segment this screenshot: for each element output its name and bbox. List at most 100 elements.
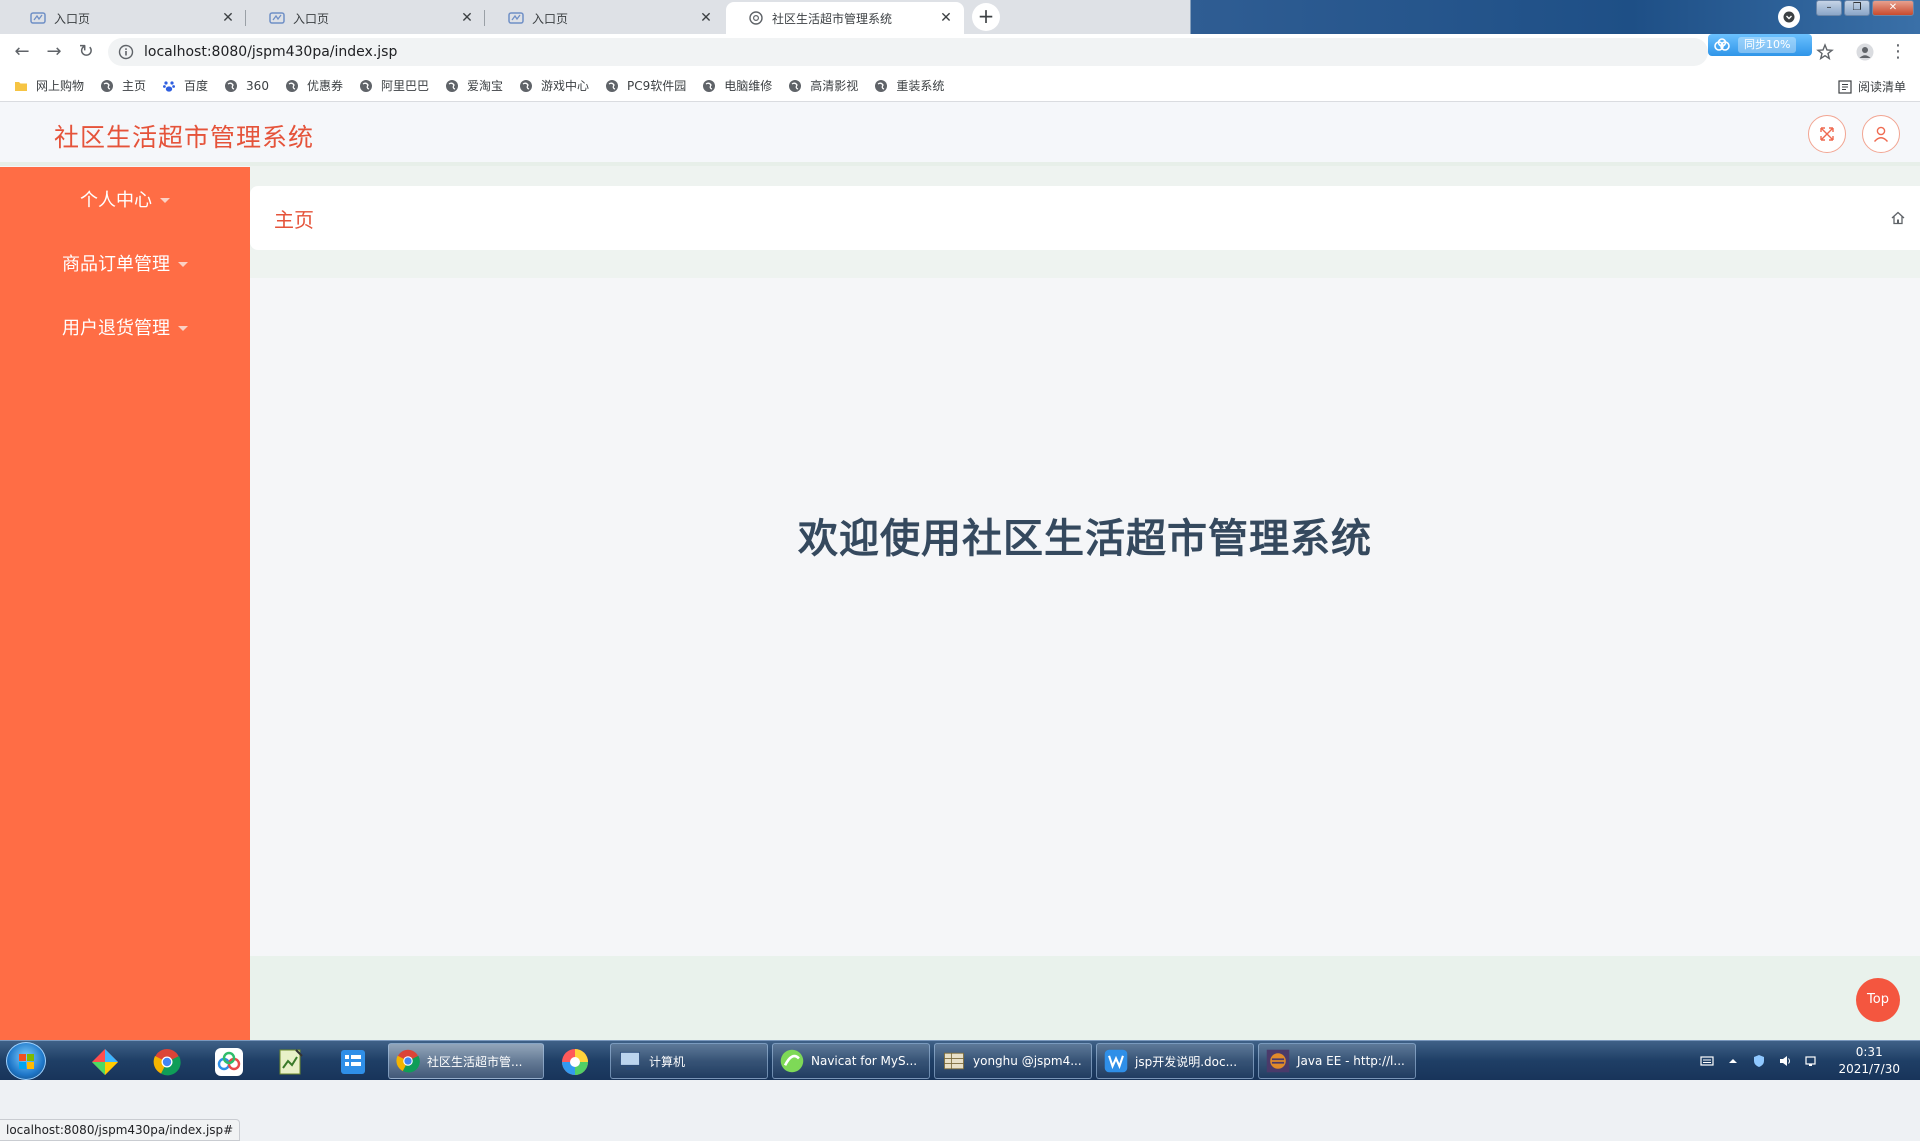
globe-icon <box>875 79 888 92</box>
sidebar-item-label: 用户退货管理 <box>62 318 170 339</box>
pinned-app-explorer[interactable] <box>326 1044 380 1080</box>
forward-arrow-icon[interactable]: → <box>44 43 64 63</box>
tab-close-icon[interactable]: ✕ <box>459 10 475 26</box>
fullscreen-button[interactable] <box>1808 115 1846 153</box>
bookmark-item[interactable]: 百度 <box>162 77 208 94</box>
sidebar-item-order-management[interactable]: 商品订单管理 <box>0 231 250 295</box>
bookmark-item[interactable]: 高清影视 <box>788 77 858 94</box>
browser-tab[interactable]: 入口页 ✕ <box>8 2 246 34</box>
bookmark-item[interactable]: 主页 <box>100 77 146 94</box>
url-text: localhost:8080/jspm430pa/index.jsp <box>144 44 398 60</box>
bookmark-label: 主页 <box>122 79 147 93</box>
restore-button[interactable]: ❐ <box>1844 0 1870 16</box>
java-ee-icon <box>1266 1049 1290 1073</box>
home-icon[interactable] <box>1890 210 1906 226</box>
app-viewport: 社区生活超市管理系统 个人中心 商品订单管理 用户退货管理 主页 欢迎使用社区生… <box>0 102 1920 1141</box>
menu-dots-icon[interactable]: ⋮ <box>1888 43 1908 63</box>
caret-down-icon <box>178 261 188 267</box>
globe-icon <box>520 79 532 92</box>
back-to-top-button[interactable]: Top <box>1856 978 1900 1022</box>
baidu-paw-icon <box>163 80 176 92</box>
start-button[interactable] <box>6 1042 46 1080</box>
star-bookmark-icon[interactable] <box>1816 43 1834 61</box>
bookmark-item[interactable]: 电脑维修 <box>702 77 772 94</box>
taskbar-task-wps[interactable]: jsp开发说明.doc... <box>1096 1043 1254 1079</box>
bookmark-item[interactable]: 360 <box>224 79 269 93</box>
colorful-diamond-icon <box>92 1049 118 1075</box>
pinned-app-baidu-netdisk[interactable] <box>202 1044 256 1080</box>
close-window-button[interactable]: ✕ <box>1872 0 1914 16</box>
bookmark-label: 优惠券 <box>306 79 343 93</box>
clock[interactable]: 0:31 2021/7/30 <box>1838 1044 1900 1078</box>
bookmark-label: 游戏中心 <box>541 79 590 93</box>
pinned-app-editor[interactable] <box>264 1044 318 1080</box>
clock-time: 0:31 <box>1855 1045 1883 1059</box>
volume-icon[interactable] <box>1778 1054 1792 1068</box>
status-bar-url: localhost:8080/jspm430pa/index.jsp# <box>0 1119 241 1141</box>
browser-tab-active[interactable]: 社区生活超市管理系统 ✕ <box>726 2 964 34</box>
bookmark-label: 360 <box>246 78 269 93</box>
user-profile-button[interactable] <box>1862 115 1900 153</box>
fullscreen-icon <box>1820 127 1834 141</box>
reading-list-button[interactable]: 阅读清单 <box>1838 78 1906 95</box>
task-label: jsp开发说明.doc... <box>1135 1054 1238 1069</box>
tab-close-icon[interactable]: ✕ <box>698 10 714 26</box>
sync-extension-badge[interactable]: 同步10% <box>1708 34 1812 56</box>
bookmark-item[interactable]: 优惠券 <box>285 77 343 94</box>
sidebar-item-label: 商品订单管理 <box>62 254 170 275</box>
tab-close-icon[interactable]: ✕ <box>220 10 236 26</box>
tab-title: 入口页 <box>293 11 330 26</box>
bookmark-item[interactable]: 游戏中心 <box>519 77 589 94</box>
task-label: Navicat for MyS... <box>811 1054 918 1068</box>
bookmark-label: 百度 <box>184 79 209 93</box>
tab-title: 社区生活超市管理系统 <box>772 11 893 26</box>
database-table-icon <box>944 1052 964 1070</box>
address-bar[interactable]: localhost:8080/jspm430pa/index.jsp <box>108 38 1708 66</box>
taskbar-task-eclipse[interactable]: Java EE - http://l... <box>1258 1043 1416 1079</box>
bookmark-item[interactable]: 阿里巴巴 <box>359 77 429 94</box>
taskbar-task-browser[interactable]: 社区生活超市管... <box>388 1043 544 1079</box>
bookmark-label: PC9软件园 <box>627 79 687 93</box>
globe-icon <box>445 79 458 92</box>
pinned-app-chrome[interactable] <box>140 1044 194 1080</box>
app-header: 社区生活超市管理系统 <box>0 102 1920 166</box>
task-label: 社区生活超市管... <box>427 1054 523 1069</box>
sidebar-item-return-management[interactable]: 用户退货管理 <box>0 295 250 359</box>
bookmark-label: 网上购物 <box>36 79 85 93</box>
back-arrow-icon[interactable]: ← <box>12 43 32 63</box>
tab-title: 入口页 <box>532 11 569 26</box>
bookmark-item[interactable]: 重装系统 <box>874 77 944 94</box>
taskbar-task-computer[interactable]: 计算机 <box>610 1043 768 1079</box>
chrome-icon <box>396 1049 420 1073</box>
tab-close-icon[interactable]: ✕ <box>938 10 954 26</box>
keyboard-icon[interactable] <box>1700 1054 1714 1068</box>
new-tab-button[interactable]: + <box>972 3 1000 31</box>
bookmark-label: 高清影视 <box>810 79 859 93</box>
color-wheel-icon <box>562 1049 588 1075</box>
sidebar-item-personal-center[interactable]: 个人中心 <box>0 167 250 231</box>
bookmark-item[interactable]: 爱淘宝 <box>445 77 503 94</box>
bookmark-item[interactable]: PC9软件园 <box>605 77 686 94</box>
tab-search-icon[interactable] <box>1778 6 1800 28</box>
network-icon[interactable] <box>1804 1054 1818 1068</box>
bookmark-label: 电脑维修 <box>724 79 773 93</box>
breadcrumb-home-link[interactable]: 主页 <box>274 204 314 233</box>
bookmark-item[interactable]: 网上购物 <box>14 77 84 94</box>
taskbar-task-yonghu[interactable]: yonghu @jspm4... <box>934 1043 1092 1079</box>
wps-writer-icon <box>1104 1049 1128 1073</box>
minimize-button[interactable]: – <box>1816 0 1842 16</box>
browser-tab[interactable]: 入口页 ✕ <box>247 2 485 34</box>
reload-icon[interactable]: ↻ <box>76 43 96 63</box>
pinned-app-maps[interactable] <box>78 1044 132 1080</box>
pinned-app-spinner[interactable] <box>548 1044 602 1080</box>
bookmark-label: 爱淘宝 <box>466 79 503 93</box>
taskbar-task-navicat[interactable]: Navicat for MyS... <box>772 1043 930 1079</box>
browser-tab[interactable]: 入口页 ✕ <box>486 2 724 34</box>
windows-taskbar: 社区生活超市管... 计算机 Navicat for MyS... yonghu… <box>0 1040 1920 1080</box>
security-shield-icon[interactable] <box>1752 1054 1766 1068</box>
profile-avatar-icon[interactable] <box>1856 43 1874 61</box>
window-controls: – ❐ ✕ <box>1816 0 1914 16</box>
info-icon[interactable] <box>118 44 134 60</box>
show-hidden-icons-icon[interactable] <box>1726 1054 1740 1068</box>
caret-down-icon <box>178 325 188 331</box>
